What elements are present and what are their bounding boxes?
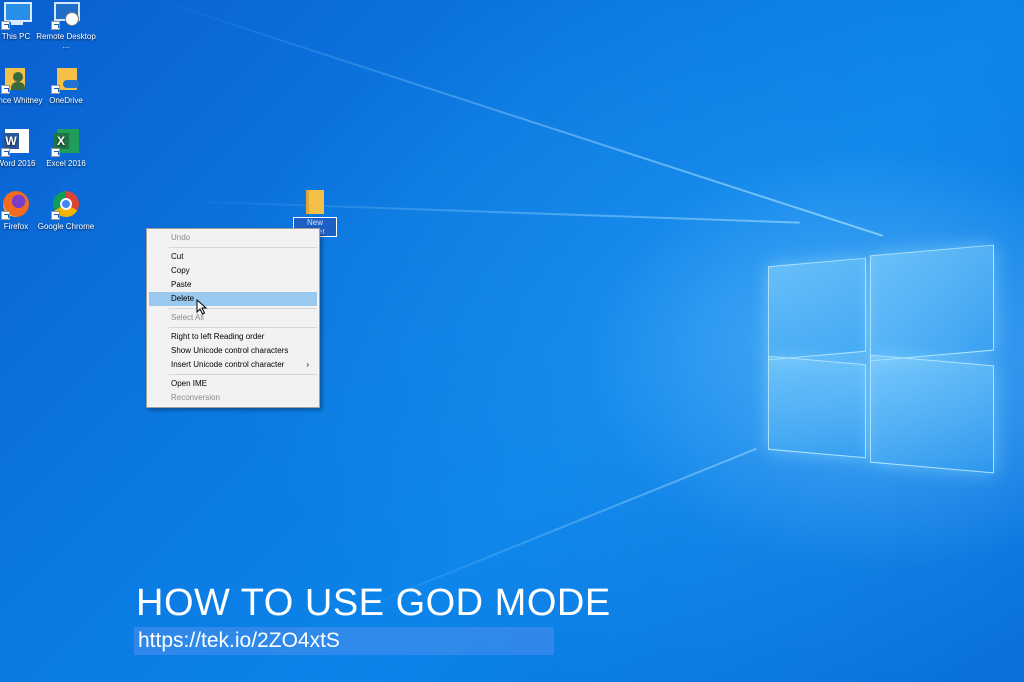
menu-item-select-all: Select All <box>171 313 204 322</box>
menu-separator <box>169 308 317 309</box>
remote-desktop-icon <box>51 0 81 30</box>
context-menu: Undo Cut Copy Paste Delete Select All Ri… <box>146 228 320 408</box>
onedrive-icon <box>51 64 81 94</box>
icon-label: Excel 2016 <box>46 159 86 168</box>
logo-pane <box>768 257 866 361</box>
logo-pane <box>870 244 994 362</box>
firefox-icon <box>1 190 31 220</box>
windows-logo <box>766 240 996 475</box>
mouse-cursor-icon <box>196 299 208 315</box>
menu-item-open-ime[interactable]: Open IME <box>149 377 317 391</box>
computer-icon <box>1 0 32 30</box>
logo-pane <box>768 355 866 459</box>
video-title: HOW TO USE GOD MODE <box>136 582 611 624</box>
desktop-icon-remote-desktop[interactable]: Remote Desktop ... <box>34 0 98 50</box>
excel-icon: X <box>51 127 81 157</box>
menu-item-label: Insert Unicode control character <box>171 360 285 369</box>
menu-item-paste[interactable]: Paste <box>149 278 317 292</box>
desktop-icon-google-chrome[interactable]: Google Chrome <box>34 190 98 231</box>
desktop-background[interactable]: This PC Remote Desktop ... Lance Whitney… <box>0 0 1024 682</box>
menu-item-reconversion: Reconversion <box>171 393 220 402</box>
light-ray <box>159 0 884 237</box>
menu-item-undo: Undo <box>171 233 191 242</box>
video-url[interactable]: https://tek.io/2ZO4xtS <box>138 628 340 654</box>
desktop-icon-onedrive[interactable]: OneDrive <box>34 64 98 105</box>
icon-label: Remote Desktop ... <box>36 32 96 50</box>
menu-item-show-unicode[interactable]: Show Unicode control characters <box>149 344 317 358</box>
submenu-arrow-icon: › <box>306 360 309 369</box>
menu-item-cut[interactable]: Cut <box>149 250 317 264</box>
menu-item-right-to-left[interactable]: Right to left Reading order <box>149 330 317 344</box>
menu-item-insert-unicode[interactable]: Insert Unicode control character › <box>149 358 317 372</box>
menu-separator <box>169 247 317 248</box>
folder-icon <box>306 190 324 214</box>
chrome-icon <box>51 190 81 220</box>
menu-item-delete[interactable]: Delete <box>149 292 317 306</box>
menu-separator <box>169 327 317 328</box>
user-folder-icon <box>1 64 31 94</box>
menu-item-copy[interactable]: Copy <box>149 264 317 278</box>
logo-pane <box>870 354 994 474</box>
desktop-icon-excel-2016[interactable]: X Excel 2016 <box>34 127 98 168</box>
menu-separator <box>169 374 317 375</box>
word-icon: W <box>1 127 31 157</box>
light-ray <box>179 200 800 224</box>
icon-label: OneDrive <box>49 96 83 105</box>
icon-label: Google Chrome <box>37 222 95 231</box>
